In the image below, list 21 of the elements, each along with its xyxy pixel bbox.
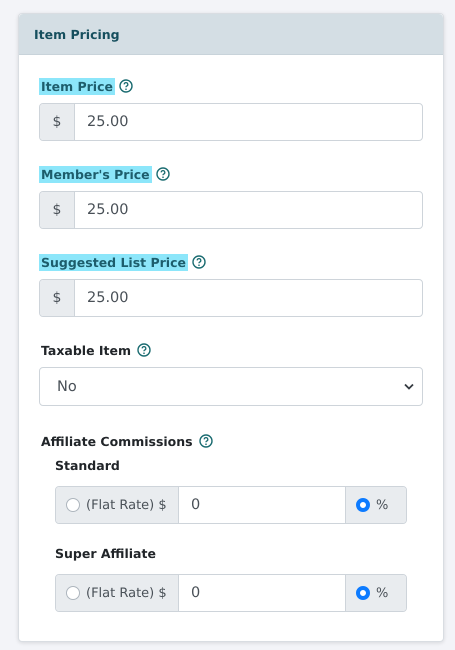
price-input[interactable]: $ 25.00 <box>39 103 423 141</box>
chevron-icon <box>404 383 414 390</box>
taxable-select[interactable]: No <box>39 367 423 406</box>
tier-label: Super Affiliate <box>55 546 157 563</box>
help-icon[interactable] <box>156 167 170 181</box>
currency-prefix: $ <box>40 192 75 228</box>
help-icon[interactable] <box>198 434 213 448</box>
price-input[interactable]: $ 25.00 <box>39 279 423 317</box>
price-input[interactable]: $ 25.00 <box>39 191 423 229</box>
help-icon[interactable] <box>137 343 152 357</box>
field-label: Suggested List Price <box>39 254 188 270</box>
field-label: Item Price <box>39 78 115 94</box>
field-label: Affiliate Commissions <box>40 432 194 450</box>
currency-prefix: $ <box>40 280 75 316</box>
field-label: Member's Price <box>39 166 152 182</box>
field-label: Taxable Item <box>40 342 132 358</box>
help-icon[interactable] <box>118 79 133 93</box>
panel-title: Item Pricing <box>34 26 120 42</box>
currency-prefix: $ <box>40 104 75 140</box>
tier-label: Standard <box>55 458 121 475</box>
help-icon[interactable] <box>192 255 206 269</box>
